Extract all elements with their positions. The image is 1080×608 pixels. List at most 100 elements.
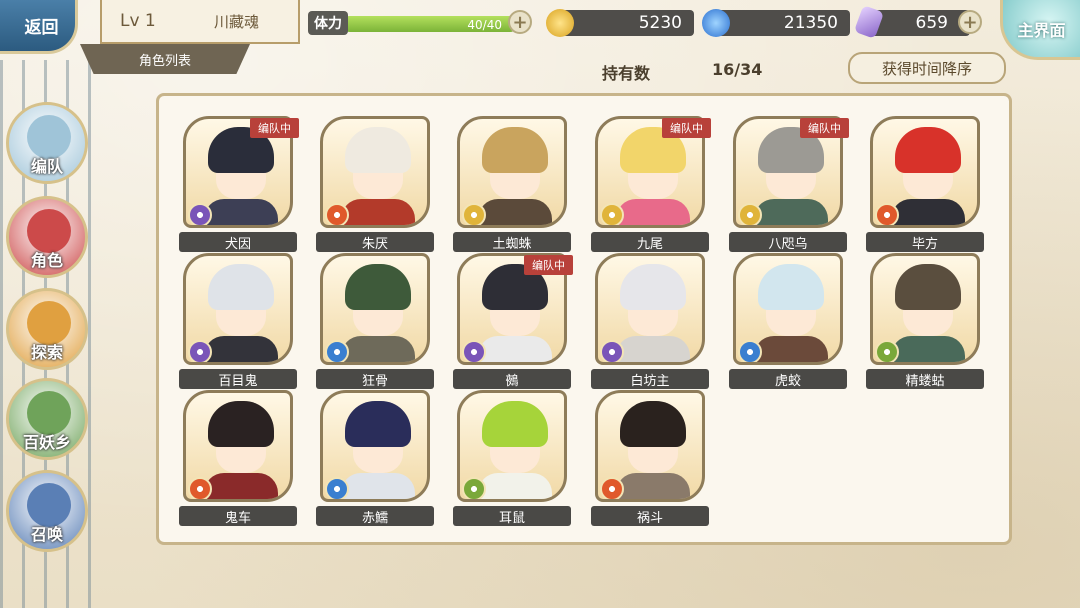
character-card[interactable]: 狂骨 [316, 253, 434, 389]
character-card[interactable]: 赤鱬 [316, 390, 434, 526]
section-title: 角色列表 [80, 44, 250, 74]
character-portrait [183, 253, 293, 365]
in-team-badge: 编队中 [800, 118, 849, 138]
character-card[interactable]: 土蜘蛛 [453, 116, 571, 252]
fire-element-icon [600, 477, 624, 499]
sort-button[interactable]: 获得时间降序 [848, 52, 1006, 84]
character-card[interactable]: 编队中 九尾 [591, 116, 711, 252]
portrait-body [478, 336, 552, 362]
water-element-icon [738, 340, 762, 362]
nav-label: 角色 [30, 251, 63, 270]
portrait-hair [482, 127, 548, 173]
portrait-body [616, 336, 690, 362]
nav-item-explore[interactable]: 探索 [6, 288, 88, 370]
portrait-body [204, 199, 278, 225]
portrait-hair [895, 127, 961, 173]
void-element-icon [188, 340, 212, 362]
character-grid: 编队中 犬因 朱厌 土蜘蛛 编队中 九尾 编队中 八咫乌 毕方 百目鬼 狂骨 编队中鵺白坊主 虎蛟 精蝼蛄… [156, 93, 1012, 545]
water-element-icon [325, 340, 349, 362]
character-name: 耳鼠 [453, 506, 571, 526]
stamina-label: 体力 [308, 11, 348, 35]
character-card[interactable]: 祸斗 [591, 390, 709, 526]
coin-icon [546, 9, 574, 37]
spirit-counter: 21350 [712, 10, 850, 36]
void-element-icon [188, 203, 212, 225]
fire-element-icon [325, 203, 349, 225]
player-name: 川藏魂 [214, 12, 260, 31]
back-label: 返回 [24, 18, 59, 38]
character-name: 白坊主 [591, 369, 709, 389]
stamina-value: 40/40 [467, 18, 502, 32]
character-name: 鵺 [453, 369, 571, 389]
character-card[interactable]: 精蝼蛄 [866, 253, 984, 389]
void-element-icon [462, 340, 486, 362]
character-card[interactable]: 鬼车 [179, 390, 297, 526]
player-info: Lv 1 川藏魂 [100, 0, 300, 44]
character-name: 精蝼蛄 [866, 369, 984, 389]
wind-element-icon [875, 340, 899, 362]
character-name: 赤鱬 [316, 506, 434, 526]
portrait-body [341, 336, 415, 362]
spirit-value: 21350 [783, 13, 838, 33]
fire-element-icon [188, 477, 212, 499]
character-portrait [457, 116, 567, 228]
portrait-hair [345, 127, 411, 173]
character-card[interactable]: 编队中犬因 [179, 116, 299, 252]
in-team-badge: 编队中 [662, 118, 711, 138]
light-element-icon [600, 203, 624, 225]
coin-value: 5230 [638, 13, 682, 33]
nav-label: 召唤 [30, 525, 63, 544]
character-card[interactable]: 百目鬼 [179, 253, 297, 389]
character-card[interactable]: 编队中鵺 [453, 253, 573, 389]
in-team-badge: 编队中 [250, 118, 299, 138]
character-name: 祸斗 [591, 506, 709, 526]
back-button[interactable]: 返回 [0, 0, 78, 54]
portrait-body [478, 473, 552, 499]
portrait-body [341, 199, 415, 225]
character-name: 鬼车 [179, 506, 297, 526]
nav-item-character[interactable]: 角色 [6, 196, 88, 278]
gem-value: 659 [915, 13, 948, 33]
character-card[interactable]: 朱厌 [316, 116, 434, 252]
light-element-icon [462, 203, 486, 225]
player-level: Lv 1 [120, 11, 156, 31]
add-stamina-button[interactable]: + [508, 10, 532, 34]
character-name: 狂骨 [316, 369, 434, 389]
nav-item-village[interactable]: 百妖乡 [6, 378, 88, 460]
character-portrait [320, 390, 430, 502]
portrait-hair [758, 264, 824, 310]
nav-label: 探索 [30, 343, 63, 362]
character-portrait [457, 390, 567, 502]
nav-item-summon[interactable]: 召唤 [6, 470, 88, 552]
portrait-body [754, 199, 828, 225]
character-name: 毕方 [866, 232, 984, 252]
character-portrait [595, 390, 705, 502]
add-gems-button[interactable]: + [958, 10, 982, 34]
fire-element-icon [875, 203, 899, 225]
character-portrait [870, 116, 980, 228]
void-element-icon [600, 340, 624, 362]
portrait-hair [345, 401, 411, 447]
character-name: 土蜘蛛 [453, 232, 571, 252]
main-menu-label: 主界面 [1017, 20, 1066, 40]
character-card[interactable]: 虎蛟 [729, 253, 847, 389]
nav-item-team[interactable]: 编队 [6, 102, 88, 184]
portrait-hair [345, 264, 411, 310]
character-portrait [320, 116, 430, 228]
character-portrait [595, 253, 705, 365]
character-card[interactable]: 编队中 八咫乌 [729, 116, 849, 252]
character-name: 犬因 [179, 232, 297, 252]
character-portrait [870, 253, 980, 365]
nav-label: 百妖乡 [22, 433, 71, 452]
character-card[interactable]: 毕方 [866, 116, 984, 252]
character-card[interactable]: 白坊主 [591, 253, 709, 389]
character-card[interactable]: 耳鼠 [453, 390, 571, 526]
portrait-hair [208, 264, 274, 310]
sort-label: 获得时间降序 [881, 59, 972, 78]
owned-count-value: 16/34 [712, 60, 763, 79]
stamina-meter: 体力 40/40 [308, 8, 534, 36]
light-element-icon [738, 203, 762, 225]
portrait-hair [895, 264, 961, 310]
portrait-hair [482, 401, 548, 447]
character-name: 百目鬼 [179, 369, 297, 389]
